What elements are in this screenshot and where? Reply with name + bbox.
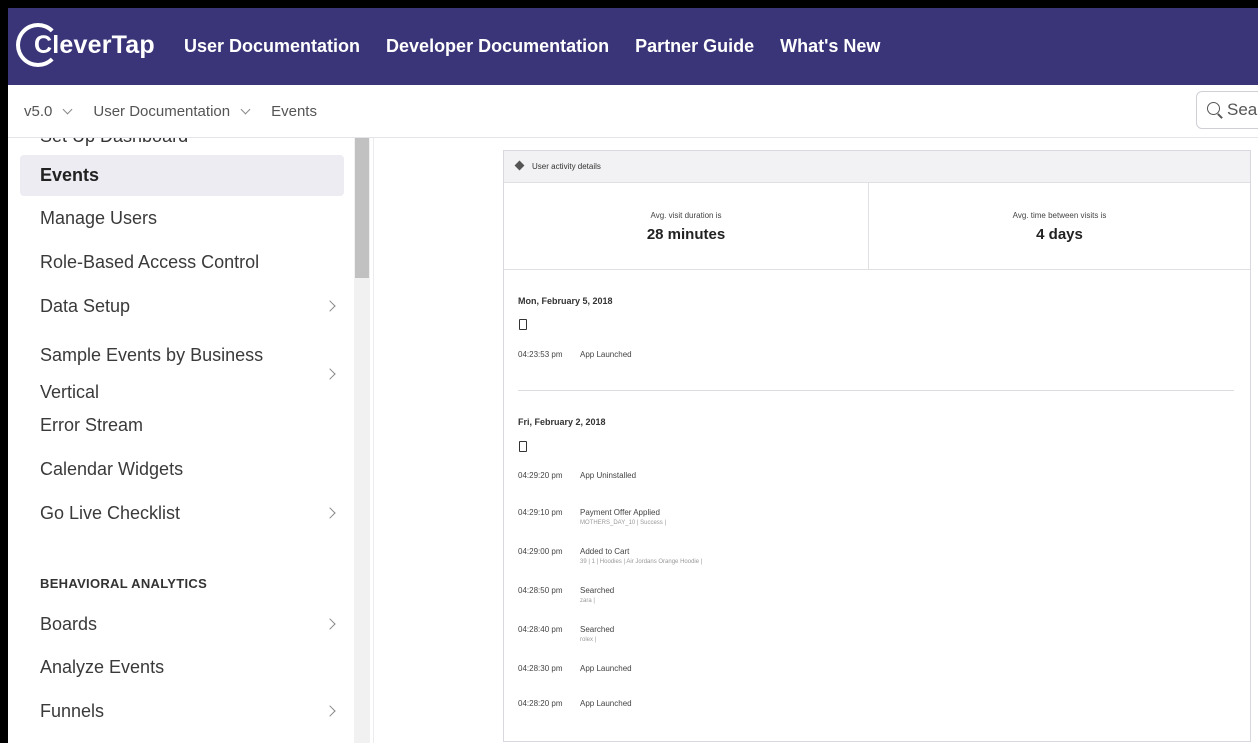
user-activity-card: User activity details Avg. visit duratio… xyxy=(503,150,1251,742)
sidebar-item-funnels[interactable]: Funnels xyxy=(20,695,344,727)
event-row: 04:28:20 pm App Launched xyxy=(518,699,632,708)
event-row: 04:29:00 pm Added to Cart 39 | 1 | Hoodie… xyxy=(518,547,702,565)
event-name: Searched xyxy=(580,625,615,634)
event-time: 04:29:00 pm xyxy=(518,547,563,556)
event-name: Payment Offer Applied xyxy=(580,508,660,517)
event-time: 04:23:53 pm xyxy=(518,350,563,359)
sidebar-item-analyze-events[interactable]: Analyze Events xyxy=(20,651,344,683)
event-name: Added to Cart xyxy=(580,547,630,556)
mobile-device-icon xyxy=(519,441,527,452)
search-placeholder: Sea xyxy=(1227,100,1258,119)
event-row: 04:28:30 pm App Launched xyxy=(518,664,632,673)
breadcrumb-page[interactable]: Events xyxy=(271,103,317,120)
day-heading: Fri, February 2, 2018 xyxy=(518,417,606,427)
sidebar-item-label: Role-Based Access Control xyxy=(40,252,260,272)
divider xyxy=(504,269,1250,270)
sidebar-item-sample-events[interactable]: Sample Events by Business Vertical xyxy=(20,337,344,411)
sidebar-item-label: Go Live Checklist xyxy=(40,503,181,523)
sidebar-item-error-stream[interactable]: Error Stream xyxy=(20,409,344,441)
chevron-down-icon xyxy=(240,104,251,114)
sidebar-item-label: Sample Events by Business Vertical xyxy=(40,345,264,402)
breadcrumb-section-select[interactable]: User Documentation xyxy=(93,103,271,120)
event-name: App Uninstalled xyxy=(580,471,637,480)
stat-value: 4 days xyxy=(1036,226,1083,243)
top-navigation: CleverTap User Documentation Developer D… xyxy=(8,8,1258,85)
event-row: 04:28:50 pm Searched zara | xyxy=(518,586,615,604)
sidebar-item-label: Data Setup xyxy=(40,296,131,316)
sidebar-item-label: Boards xyxy=(40,614,98,634)
sidebar-item-label: Manage Users xyxy=(40,208,158,228)
nav-link-partner-guide[interactable]: Partner Guide xyxy=(635,36,754,57)
card-title: User activity details xyxy=(532,162,601,171)
sidebar-item-label: Error Stream xyxy=(40,415,144,435)
stat-label: Avg. visit duration is xyxy=(650,211,722,220)
event-time: 04:28:50 pm xyxy=(518,586,563,595)
chevron-down-icon xyxy=(62,104,73,114)
event-row: 04:29:10 pm Payment Offer Applied MOTHERS… xyxy=(518,508,666,526)
version-label: v5.0 xyxy=(24,102,53,120)
day-separator xyxy=(518,390,1234,391)
sidebar-item-label: Calendar Widgets xyxy=(40,459,184,479)
event-name: App Launched xyxy=(580,664,632,673)
mobile-device-icon xyxy=(519,319,527,330)
sidebar-item-set-up-dashboard[interactable]: Set Up Dashboard xyxy=(40,138,188,147)
event-detail: 39 | 1 | Hoodies | Air Jordans Orange Ho… xyxy=(580,559,703,565)
nav-link-user-documentation[interactable]: User Documentation xyxy=(184,36,360,57)
event-row: 04:28:40 pm Searched rolex | xyxy=(518,625,615,643)
sidebar-item-events[interactable]: Events xyxy=(20,155,344,196)
nav-link-whats-new[interactable]: What's New xyxy=(780,36,880,57)
event-row: 04:29:20 pm App Uninstalled xyxy=(518,471,636,480)
event-time: 04:28:30 pm xyxy=(518,664,563,673)
event-name: App Launched xyxy=(580,350,632,359)
sidebar-item-label: Funnels xyxy=(40,701,105,721)
sidebar-item-role-based-access-control[interactable]: Role-Based Access Control xyxy=(20,246,344,278)
sidebar-item-label: Events xyxy=(40,165,100,185)
event-time: 04:29:20 pm xyxy=(518,471,563,480)
stat-value: 28 minutes xyxy=(646,226,726,243)
sidebar-item-go-live-checklist[interactable]: Go Live Checklist xyxy=(20,497,344,529)
sidebar-section-heading: BEHAVIORAL ANALYTICS xyxy=(40,576,208,591)
breadcrumb: v5.0 User Documentation Events Sea xyxy=(8,85,1258,138)
sidebar: Set Up Dashboard Events Manage Users Rol… xyxy=(8,138,374,743)
version-select[interactable]: v5.0 xyxy=(24,103,93,120)
sidebar-item-manage-users[interactable]: Manage Users xyxy=(20,202,344,234)
event-detail: MOTHERS_DAY_10 | Success | xyxy=(580,520,667,526)
event-row: 04:23:53 pm App Launched xyxy=(518,350,632,359)
event-detail: rolex | xyxy=(580,637,597,643)
search-input[interactable]: Sea xyxy=(1196,91,1258,129)
stat-time-between-visits: Avg. time between visits is 4 days xyxy=(869,183,1250,269)
event-time: 04:29:10 pm xyxy=(518,508,563,517)
stat-visit-duration: Avg. visit duration is 28 minutes xyxy=(504,183,869,269)
event-time: 04:28:20 pm xyxy=(518,699,563,708)
logo-text: CleverTap xyxy=(34,30,155,59)
clevertap-logo[interactable]: CleverTap xyxy=(16,17,166,77)
sidebar-item-boards[interactable]: Boards xyxy=(20,608,344,640)
event-detail: zara | xyxy=(580,598,595,604)
sidebar-item-label: Analyze Events xyxy=(40,657,165,677)
sidebar-item-data-setup[interactable]: Data Setup xyxy=(20,290,344,322)
event-name: App Launched xyxy=(580,699,632,708)
breadcrumb-section-label: User Documentation xyxy=(93,102,231,120)
pin-icon xyxy=(514,160,525,171)
page-frame: CleverTap User Documentation Developer D… xyxy=(8,8,1258,743)
stat-label: Avg. time between visits is xyxy=(1012,211,1107,220)
main-content: User activity details Avg. visit duratio… xyxy=(374,138,1258,743)
search-icon xyxy=(1207,102,1223,118)
event-name: Searched xyxy=(580,586,615,595)
event-time: 04:28:40 pm xyxy=(518,625,563,634)
day-heading: Mon, February 5, 2018 xyxy=(518,296,613,306)
chevron-right-icon xyxy=(324,368,336,380)
sidebar-scrollbar-thumb[interactable] xyxy=(355,138,369,278)
nav-link-developer-documentation[interactable]: Developer Documentation xyxy=(386,36,609,57)
card-header: User activity details xyxy=(504,151,1250,183)
sidebar-item-calendar-widgets[interactable]: Calendar Widgets xyxy=(20,453,344,485)
